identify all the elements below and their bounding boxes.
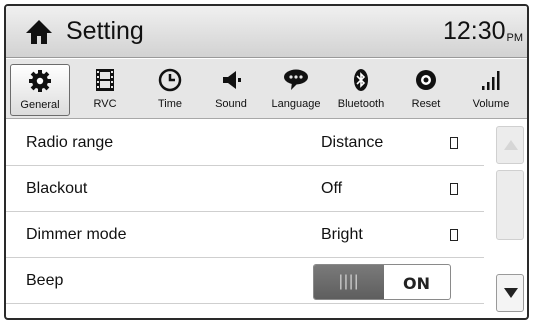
scroll-down-button[interactable] bbox=[496, 274, 524, 312]
settings-list: Radio range Distance Blackout Off Dimmer… bbox=[6, 120, 484, 304]
page-title: Setting bbox=[66, 17, 144, 45]
tab-label: General bbox=[20, 99, 60, 111]
speech-bubble-icon bbox=[283, 68, 309, 92]
tab-sound[interactable]: Sound bbox=[201, 64, 261, 116]
bluetooth-icon bbox=[348, 68, 374, 92]
scrollbar-thumb[interactable] bbox=[496, 170, 524, 240]
setting-label: Dimmer mode bbox=[26, 226, 127, 243]
tab-general[interactable]: General bbox=[10, 64, 70, 116]
scroll-up-button[interactable] bbox=[496, 126, 524, 164]
tab-label: RVC bbox=[93, 98, 117, 110]
setting-value: Off bbox=[321, 180, 343, 197]
tab-volume[interactable]: Volume bbox=[461, 64, 521, 116]
tab-label: Bluetooth bbox=[337, 98, 385, 110]
clock: 12:30PM bbox=[443, 16, 523, 53]
arrow-down-icon bbox=[504, 288, 518, 298]
tab-reset[interactable]: Reset bbox=[396, 64, 456, 116]
tab-label: Language bbox=[271, 98, 321, 110]
option-box-icon bbox=[450, 137, 458, 149]
beep-toggle[interactable]: |||| ON bbox=[313, 264, 451, 300]
header-bar: Setting 12:30PM bbox=[6, 6, 527, 58]
tab-language[interactable]: Language bbox=[266, 64, 326, 116]
gear-icon bbox=[27, 69, 53, 93]
clock-time: 12:30 bbox=[442, 17, 506, 45]
settings-screen: Setting 12:30PM General RVC Time Sound L… bbox=[4, 4, 529, 320]
setting-row-beep: Beep |||| ON bbox=[6, 258, 484, 304]
tab-label: Volume bbox=[472, 98, 510, 110]
setting-row-blackout[interactable]: Blackout Off bbox=[6, 166, 484, 212]
tab-bluetooth[interactable]: Bluetooth bbox=[331, 64, 391, 116]
reset-icon bbox=[413, 68, 439, 92]
toggle-knob[interactable]: |||| bbox=[314, 265, 384, 299]
tab-time[interactable]: Time bbox=[140, 64, 200, 116]
film-icon bbox=[92, 68, 118, 92]
clock-icon bbox=[157, 68, 183, 92]
tab-label: Reset bbox=[411, 98, 441, 110]
setting-label: Blackout bbox=[26, 180, 88, 197]
speaker-icon bbox=[218, 68, 244, 92]
settings-tab-bar: General RVC Time Sound Language Bluetoot… bbox=[6, 59, 527, 119]
option-box-icon bbox=[450, 183, 458, 195]
tab-rvc[interactable]: RVC bbox=[75, 64, 135, 116]
setting-value: Distance bbox=[321, 134, 384, 151]
volume-bars-icon bbox=[478, 68, 504, 92]
setting-label: Radio range bbox=[26, 134, 114, 151]
setting-label: Beep bbox=[26, 272, 64, 289]
arrow-up-icon bbox=[504, 140, 518, 150]
setting-value: Bright bbox=[321, 226, 363, 243]
setting-row-radio-range[interactable]: Radio range Distance bbox=[6, 120, 484, 166]
tab-label: Sound bbox=[215, 98, 247, 110]
setting-row-dimmer-mode[interactable]: Dimmer mode Bright bbox=[6, 212, 484, 258]
clock-ampm: PM bbox=[506, 32, 524, 44]
home-icon[interactable] bbox=[24, 18, 54, 46]
toggle-on-label: ON bbox=[403, 274, 430, 293]
option-box-icon bbox=[450, 229, 458, 241]
